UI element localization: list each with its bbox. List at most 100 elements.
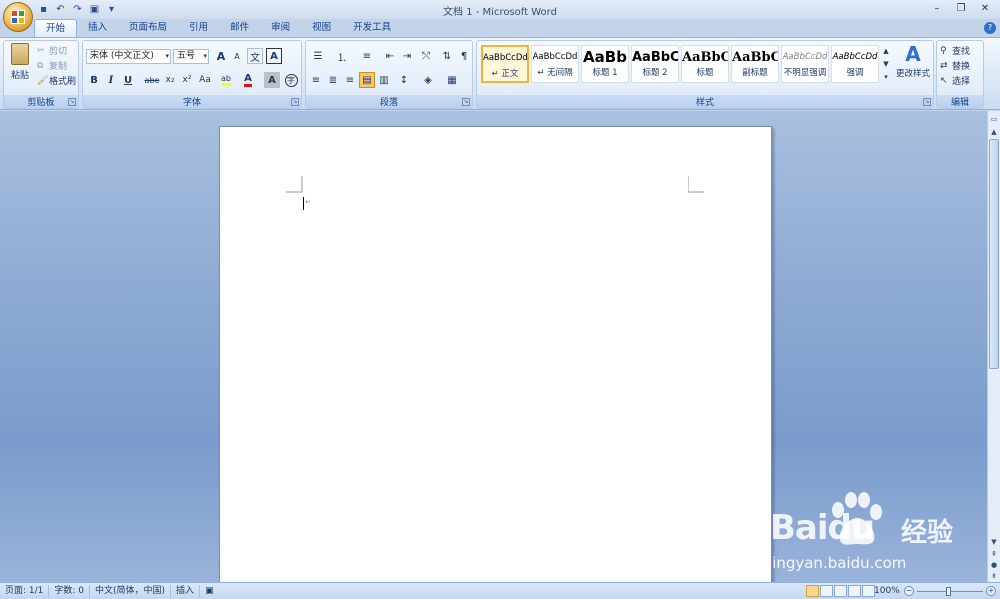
- next-page-icon[interactable]: ⇟: [989, 571, 999, 581]
- multilevel-list-button[interactable]: ≡: [356, 48, 378, 64]
- editing-group: ⚲ 查找 ⇄ 替换 ↖ 选择 编辑: [936, 40, 984, 109]
- text-cursor: [303, 197, 304, 210]
- style-heading-1[interactable]: AaBb 标题 1: [581, 45, 629, 83]
- zoom-in-icon[interactable]: +: [986, 586, 996, 596]
- previous-page-icon[interactable]: ⇞: [989, 549, 999, 559]
- grow-font-button[interactable]: A: [213, 48, 229, 64]
- bold-button[interactable]: B: [86, 72, 102, 88]
- ruler-toggle-icon[interactable]: ▭: [989, 114, 999, 124]
- dialog-launcher-icon[interactable]: ↘: [68, 98, 76, 106]
- styles-scroll-down-icon[interactable]: ▼: [881, 58, 891, 70]
- distributed-button[interactable]: ▥: [376, 72, 392, 88]
- char-shading-button[interactable]: A: [264, 72, 280, 88]
- style-normal[interactable]: AaBbCcDd ↵ 正文: [481, 45, 529, 83]
- zoom-slider-thumb[interactable]: [946, 587, 951, 596]
- web-layout-view-icon[interactable]: [834, 585, 847, 597]
- vertical-scrollbar[interactable]: ▭ ▲ ▼ ⇞ ● ⇟: [987, 111, 1000, 582]
- style-subtle-emphasis[interactable]: AaBbCcDd 不明显强调: [781, 45, 829, 83]
- increase-indent-button[interactable]: ⇥: [399, 48, 415, 64]
- paste-button[interactable]: 粘贴: [8, 43, 32, 91]
- change-case-button[interactable]: Aa: [196, 72, 214, 88]
- full-screen-reading-icon[interactable]: [820, 585, 833, 597]
- underline-button[interactable]: U: [120, 72, 136, 88]
- document-area: ↵: [0, 111, 987, 582]
- highlight-button[interactable]: ab: [217, 72, 235, 88]
- macro-record-icon[interactable]: ▣: [200, 585, 219, 598]
- shrink-font-button[interactable]: A: [229, 48, 245, 64]
- borders-button[interactable]: ▦: [442, 72, 462, 88]
- font-name-value: 宋体 (中文正文): [90, 51, 154, 61]
- style-title[interactable]: AaBbC 标题: [681, 45, 729, 83]
- print-layout-view-icon[interactable]: [806, 585, 819, 597]
- tab-page-layout[interactable]: 页面布局: [118, 19, 178, 37]
- char-border-button[interactable]: A: [266, 48, 282, 64]
- help-icon[interactable]: ?: [984, 22, 996, 34]
- enclose-char-icon: 字: [284, 73, 298, 87]
- style-heading-2[interactable]: AaBbC 标题 2: [631, 45, 679, 83]
- bullets-button[interactable]: ☰: [308, 48, 328, 64]
- font-color-icon: A: [244, 73, 252, 87]
- italic-button[interactable]: I: [103, 72, 119, 88]
- dialog-launcher-icon[interactable]: ↘: [462, 98, 470, 106]
- font-color-button[interactable]: A: [240, 72, 256, 88]
- dialog-launcher-icon[interactable]: ↘: [923, 98, 931, 106]
- decrease-indent-button[interactable]: ⇤: [382, 48, 398, 64]
- copy-button[interactable]: ⧉ 复制: [37, 59, 67, 73]
- phonetic-guide-button[interactable]: 文: [247, 48, 263, 64]
- tab-review[interactable]: 审阅: [260, 19, 301, 37]
- font-name-select[interactable]: 宋体 (中文正文) ▾: [86, 49, 171, 64]
- bold-icon: B: [90, 74, 98, 86]
- align-center-button[interactable]: ≣: [325, 72, 341, 88]
- scroll-thumb[interactable]: [989, 139, 999, 369]
- tab-home[interactable]: 开始: [34, 19, 78, 37]
- tab-mailings[interactable]: 邮件: [219, 19, 260, 37]
- browse-object-icon[interactable]: ●: [989, 560, 999, 570]
- strikethrough-button[interactable]: abe: [143, 72, 161, 88]
- line-spacing-button[interactable]: ↕: [394, 72, 414, 88]
- tab-view[interactable]: 视图: [301, 19, 342, 37]
- style-emphasis[interactable]: AaBbCcDd 强调: [831, 45, 879, 83]
- scissors-icon: ✂: [37, 45, 45, 56]
- cut-button[interactable]: ✂ 剪切: [37, 44, 67, 58]
- subscript-button[interactable]: x₂: [162, 72, 178, 88]
- select-button[interactable]: ↖ 选择: [940, 74, 970, 88]
- scroll-up-icon[interactable]: ▲: [989, 127, 999, 137]
- replace-button[interactable]: ⇄ 替换: [940, 59, 970, 73]
- word-count[interactable]: 字数: 0: [49, 584, 91, 598]
- change-styles-button[interactable]: A 更改样式: [893, 43, 933, 89]
- styles-scroll-up-icon[interactable]: ▲: [881, 45, 891, 57]
- close-icon[interactable]: ✕: [974, 1, 996, 16]
- ribbon-tabs: 开始 插入 页面布局 引用 邮件 审阅 视图 开发工具: [34, 19, 402, 37]
- zoom-level[interactable]: 100%: [874, 584, 900, 598]
- restore-icon[interactable]: ❐: [950, 1, 972, 16]
- language-status[interactable]: 中文(简体，中国): [90, 584, 172, 598]
- tab-insert[interactable]: 插入: [77, 19, 118, 37]
- enclose-char-button[interactable]: 字: [283, 72, 299, 88]
- tab-developer[interactable]: 开发工具: [342, 19, 402, 37]
- shading-button[interactable]: ◈: [418, 72, 438, 88]
- dialog-launcher-icon[interactable]: ↘: [291, 98, 299, 106]
- sort-button[interactable]: ⇅: [439, 48, 455, 64]
- outline-view-icon[interactable]: [848, 585, 861, 597]
- show-marks-button[interactable]: ¶: [456, 48, 472, 64]
- align-left-button[interactable]: ≡: [308, 72, 324, 88]
- office-button[interactable]: [3, 2, 33, 32]
- superscript-button[interactable]: x²: [179, 72, 195, 88]
- tab-references[interactable]: 引用: [178, 19, 219, 37]
- page-count[interactable]: 页面: 1/1: [0, 584, 50, 598]
- scroll-down-icon[interactable]: ▼: [989, 537, 999, 547]
- styles-more-icon[interactable]: ▾: [881, 71, 891, 83]
- style-subtitle[interactable]: AaBbC 副标题: [731, 45, 779, 83]
- minimize-icon[interactable]: –: [926, 1, 948, 16]
- insert-mode[interactable]: 插入: [171, 584, 201, 598]
- find-button[interactable]: ⚲ 查找: [940, 44, 970, 58]
- chinese-layout-button[interactable]: ⤲: [416, 48, 436, 64]
- document-page[interactable]: ↵: [219, 126, 772, 582]
- numbering-button[interactable]: ⒈: [332, 48, 352, 64]
- zoom-out-icon[interactable]: −: [904, 586, 914, 596]
- font-size-select[interactable]: 五号 ▾: [173, 49, 209, 64]
- justify-button[interactable]: ▤: [359, 72, 375, 88]
- style-no-spacing[interactable]: AaBbCcDd ↵ 无间隔: [531, 45, 579, 83]
- format-painter-button[interactable]: 🖌 格式刷: [37, 74, 76, 88]
- align-right-button[interactable]: ≡: [342, 72, 358, 88]
